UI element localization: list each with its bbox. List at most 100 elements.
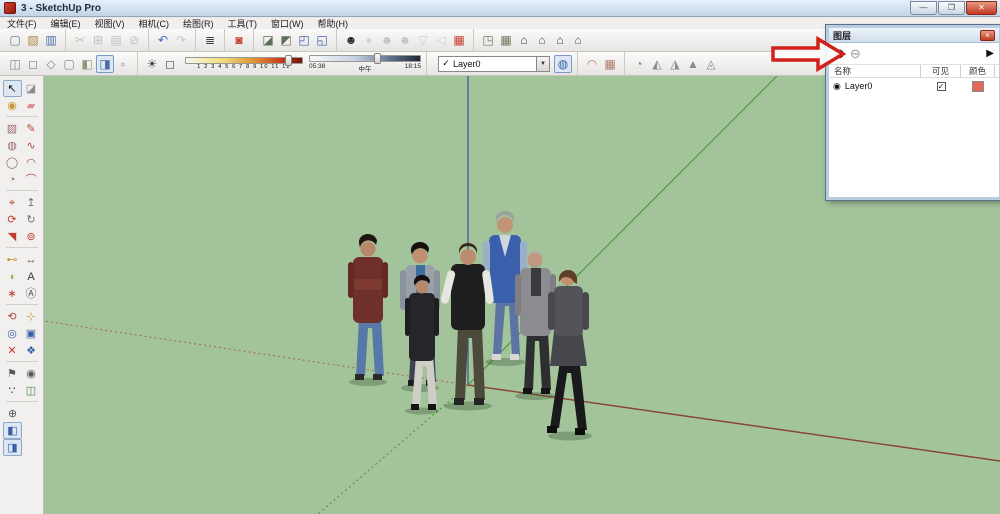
top-view-button[interactable]: ▦	[497, 31, 515, 49]
eraser-tool[interactable]: ▰	[22, 97, 41, 114]
from-contours-button[interactable]: ◠	[583, 55, 601, 73]
layer-manager-button[interactable]: ◍	[554, 55, 572, 73]
iso-view-button[interactable]: ◳	[479, 31, 497, 49]
walk-tool[interactable]: ∵	[3, 382, 22, 399]
current-layer-radio[interactable]: ◉	[833, 81, 841, 92]
hidden-line-button[interactable]: ▢	[60, 55, 78, 73]
back-edges-button[interactable]: ◻	[24, 55, 42, 73]
close-button[interactable]: ✕	[966, 1, 997, 15]
view-cube-1-button[interactable]: ◧	[3, 422, 22, 439]
pie-tool[interactable]: ◔	[3, 171, 22, 188]
rotate-tool[interactable]: ⟳	[3, 211, 22, 228]
protractor-tool[interactable]: ◖	[3, 268, 22, 285]
shadow-date-handle[interactable]	[285, 55, 292, 66]
orbit-tool[interactable]: ⟲	[3, 308, 22, 325]
layer-name[interactable]: Layer0	[845, 81, 873, 91]
flip-edge-button[interactable]: ◬	[702, 55, 720, 73]
person-woman-suit[interactable]	[547, 270, 592, 441]
compass-tool[interactable]: ⊕	[3, 405, 22, 422]
3d-text-tool[interactable]: Ⓐ	[22, 285, 41, 302]
checker-button[interactable]: ▦	[450, 31, 468, 49]
layer-visible-checkbox[interactable]: ✓	[937, 82, 946, 91]
left-view-button[interactable]: ⌂	[569, 31, 587, 49]
section-plane-tool[interactable]: ◫	[22, 382, 41, 399]
add-layer-button[interactable]: ⊕	[834, 47, 845, 61]
drape-button[interactable]: ◮	[666, 55, 684, 73]
copy-button[interactable]: ⊞	[89, 31, 107, 49]
restore-button[interactable]: ❐	[938, 1, 965, 15]
save-button[interactable]: ▥	[42, 31, 60, 49]
make-component-tool[interactable]: ◪	[22, 80, 41, 97]
shaded-textures-button[interactable]: ◨	[96, 55, 114, 73]
tape-measure-tool[interactable]: ⊷	[3, 251, 22, 268]
shadow-date-slider[interactable]	[185, 57, 303, 64]
right-view-button[interactable]: ⌂	[533, 31, 551, 49]
copy-component-2-button[interactable]: ◱	[313, 31, 331, 49]
shadow-time-slider[interactable]	[309, 55, 421, 62]
people-models[interactable]	[348, 211, 592, 441]
layer-details-button[interactable]: ▶	[986, 48, 994, 59]
dimension-tool[interactable]: ↔	[22, 251, 41, 268]
monochrome-button[interactable]: ▫	[114, 55, 132, 73]
funnel-1-button[interactable]: ▽	[414, 31, 432, 49]
zoom-window-tool[interactable]: ▣	[22, 325, 41, 342]
open-button[interactable]: ▧	[24, 31, 42, 49]
erase-button[interactable]: ⊘	[125, 31, 143, 49]
polygon-tool[interactable]: ◯	[3, 154, 22, 171]
component-cube-button[interactable]: ◩	[277, 31, 295, 49]
paint-bucket-tool[interactable]: ◉	[3, 97, 22, 114]
shadow-settings-button[interactable]: ☀	[143, 55, 161, 73]
layer-color-swatch[interactable]	[972, 81, 984, 92]
from-scratch-button[interactable]: ▦	[601, 55, 619, 73]
make-component-button[interactable]: ◪	[259, 31, 277, 49]
line-tool[interactable]: ✎	[22, 120, 41, 137]
look-around-tool[interactable]: ◉	[22, 365, 41, 382]
shaded-button[interactable]: ◧	[78, 55, 96, 73]
xray-mode-button[interactable]: ◫	[6, 55, 24, 73]
walk-figures-2-button[interactable]: ☻	[396, 31, 414, 49]
remove-layer-button[interactable]: ⊖	[850, 47, 861, 61]
funnel-2-button[interactable]: ◁	[432, 31, 450, 49]
view-cube-2-button[interactable]: ◨	[3, 439, 22, 456]
shadow-time-handle[interactable]	[374, 53, 381, 64]
scale-tool[interactable]: ◥	[3, 228, 22, 245]
layer-row[interactable]: ◉ Layer0 ✓	[829, 78, 999, 94]
column-color[interactable]: 颜色	[961, 65, 995, 77]
push-pull-tool[interactable]: ↥	[22, 194, 41, 211]
undo-button[interactable]: ↶	[154, 31, 172, 49]
layers-panel-titlebar[interactable]: 图层 ×	[829, 28, 999, 43]
stamp-button[interactable]: ◭	[648, 55, 666, 73]
person-maroon-jacket[interactable]	[348, 234, 388, 386]
print-button[interactable]: ≣	[201, 31, 219, 49]
select-tool[interactable]: ↖	[3, 80, 22, 97]
back-view-button[interactable]: ⌂	[551, 31, 569, 49]
layers-panel-close-button[interactable]: ×	[980, 30, 995, 41]
text-tool[interactable]: A	[22, 268, 41, 285]
two-point-arc-tool[interactable]: ⌒	[22, 171, 41, 188]
zoom-tool[interactable]: ◎	[3, 325, 22, 342]
walk-figures-1-button[interactable]: ☻	[378, 31, 396, 49]
zoom-previous-button[interactable]: ✕	[3, 342, 22, 359]
copy-component-1-button[interactable]: ◰	[295, 31, 313, 49]
smoove-button[interactable]: ◔	[630, 55, 648, 73]
zoom-extents-button[interactable]: ❖	[22, 342, 41, 359]
person-black-coat[interactable]	[405, 275, 439, 415]
sphere-button[interactable]: ●	[360, 31, 378, 49]
rectangle-tool[interactable]: ▨	[3, 120, 22, 137]
position-camera-tool[interactable]: ⚑	[3, 365, 22, 382]
model-info-button[interactable]: ◙	[230, 31, 248, 49]
freehand-tool[interactable]: ∿	[22, 137, 41, 154]
layer-combo[interactable]: ✓ Layer0 ▼	[438, 56, 550, 72]
circle-tool[interactable]: ◍	[3, 137, 22, 154]
follow-me-tool[interactable]: ↻	[22, 211, 41, 228]
move-tool[interactable]: ⌖	[3, 194, 22, 211]
axes-tool[interactable]: ∗	[3, 285, 22, 302]
cut-button[interactable]: ✂	[71, 31, 89, 49]
shadow-toggle-button[interactable]: ◻	[161, 55, 179, 73]
place-figure-button[interactable]: ☻	[342, 31, 360, 49]
column-visible[interactable]: 可见	[921, 65, 961, 77]
new-button[interactable]: ▢	[6, 31, 24, 49]
front-view-button[interactable]: ⌂	[515, 31, 533, 49]
offset-tool[interactable]: ⊚	[22, 228, 41, 245]
minimize-button[interactable]: —	[910, 1, 937, 15]
